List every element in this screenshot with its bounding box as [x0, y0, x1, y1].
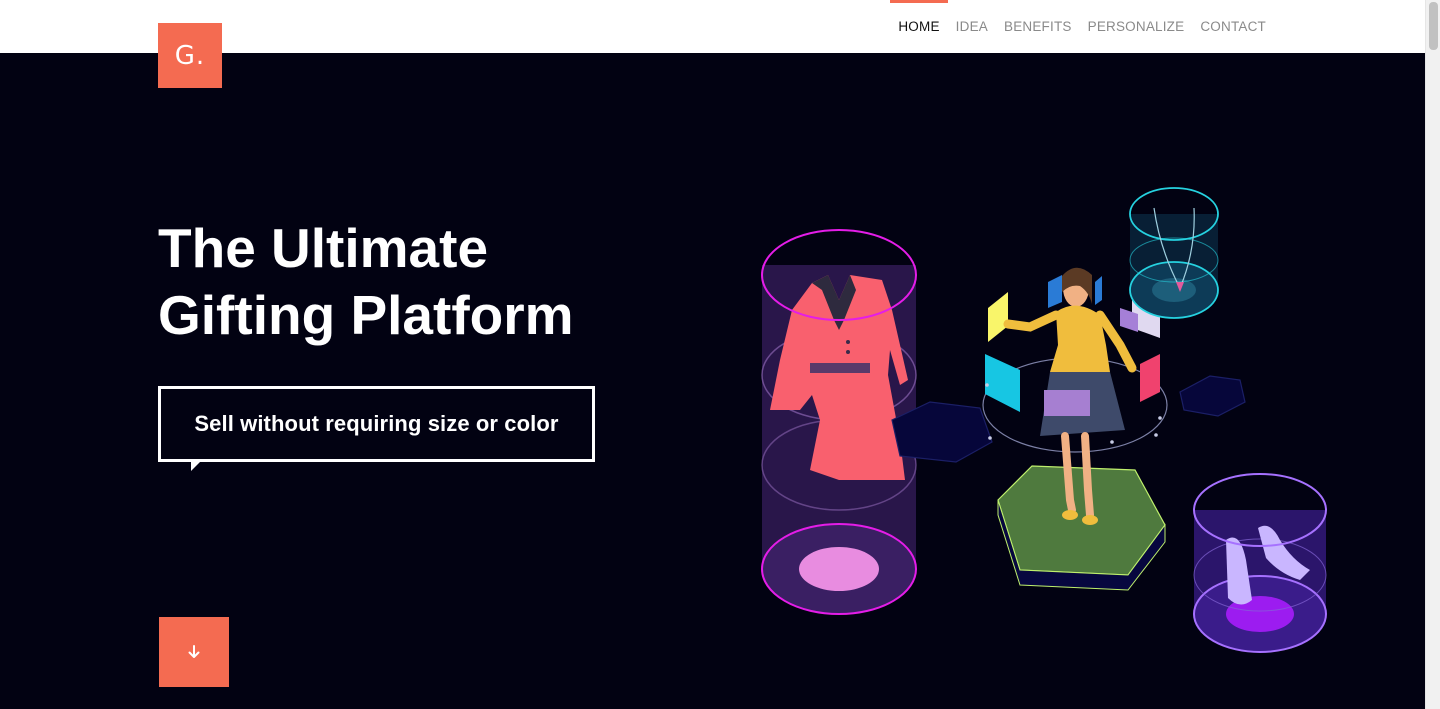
nav-item-personalize[interactable]: PERSONALIZE	[1088, 0, 1185, 53]
necklace-cylinder-illustration	[1129, 187, 1219, 319]
brand-logo[interactable]: G.	[158, 23, 222, 88]
nav-item-idea[interactable]: IDEA	[956, 0, 988, 53]
nav-item-contact[interactable]: CONTACT	[1200, 0, 1266, 53]
arrow-down-icon	[188, 645, 200, 658]
tagline-speech-bubble: Sell without requiring size or color	[158, 386, 595, 471]
nav-item-benefits[interactable]: BENEFITS	[1004, 0, 1072, 53]
hero-illustration	[761, 187, 1327, 653]
scroll-down-button[interactable]	[159, 617, 229, 687]
hero-title: The Ultimate Gifting Platform	[158, 217, 574, 346]
shoes-cylinder-illustration	[1193, 473, 1327, 653]
scrollbar-thumb[interactable]	[1429, 2, 1438, 50]
nav-item-home[interactable]: HOME	[890, 0, 949, 53]
main-nav: HOME IDEA BENEFITS PERSONALIZE CONTACT	[882, 0, 1266, 53]
vertical-scrollbar[interactable]	[1425, 0, 1440, 709]
tagline-text: Sell without requiring size or color	[194, 411, 559, 436]
speech-bubble-tail	[191, 461, 201, 471]
woman-figure-illustration	[982, 267, 1168, 591]
logo-text: G.	[174, 40, 206, 71]
